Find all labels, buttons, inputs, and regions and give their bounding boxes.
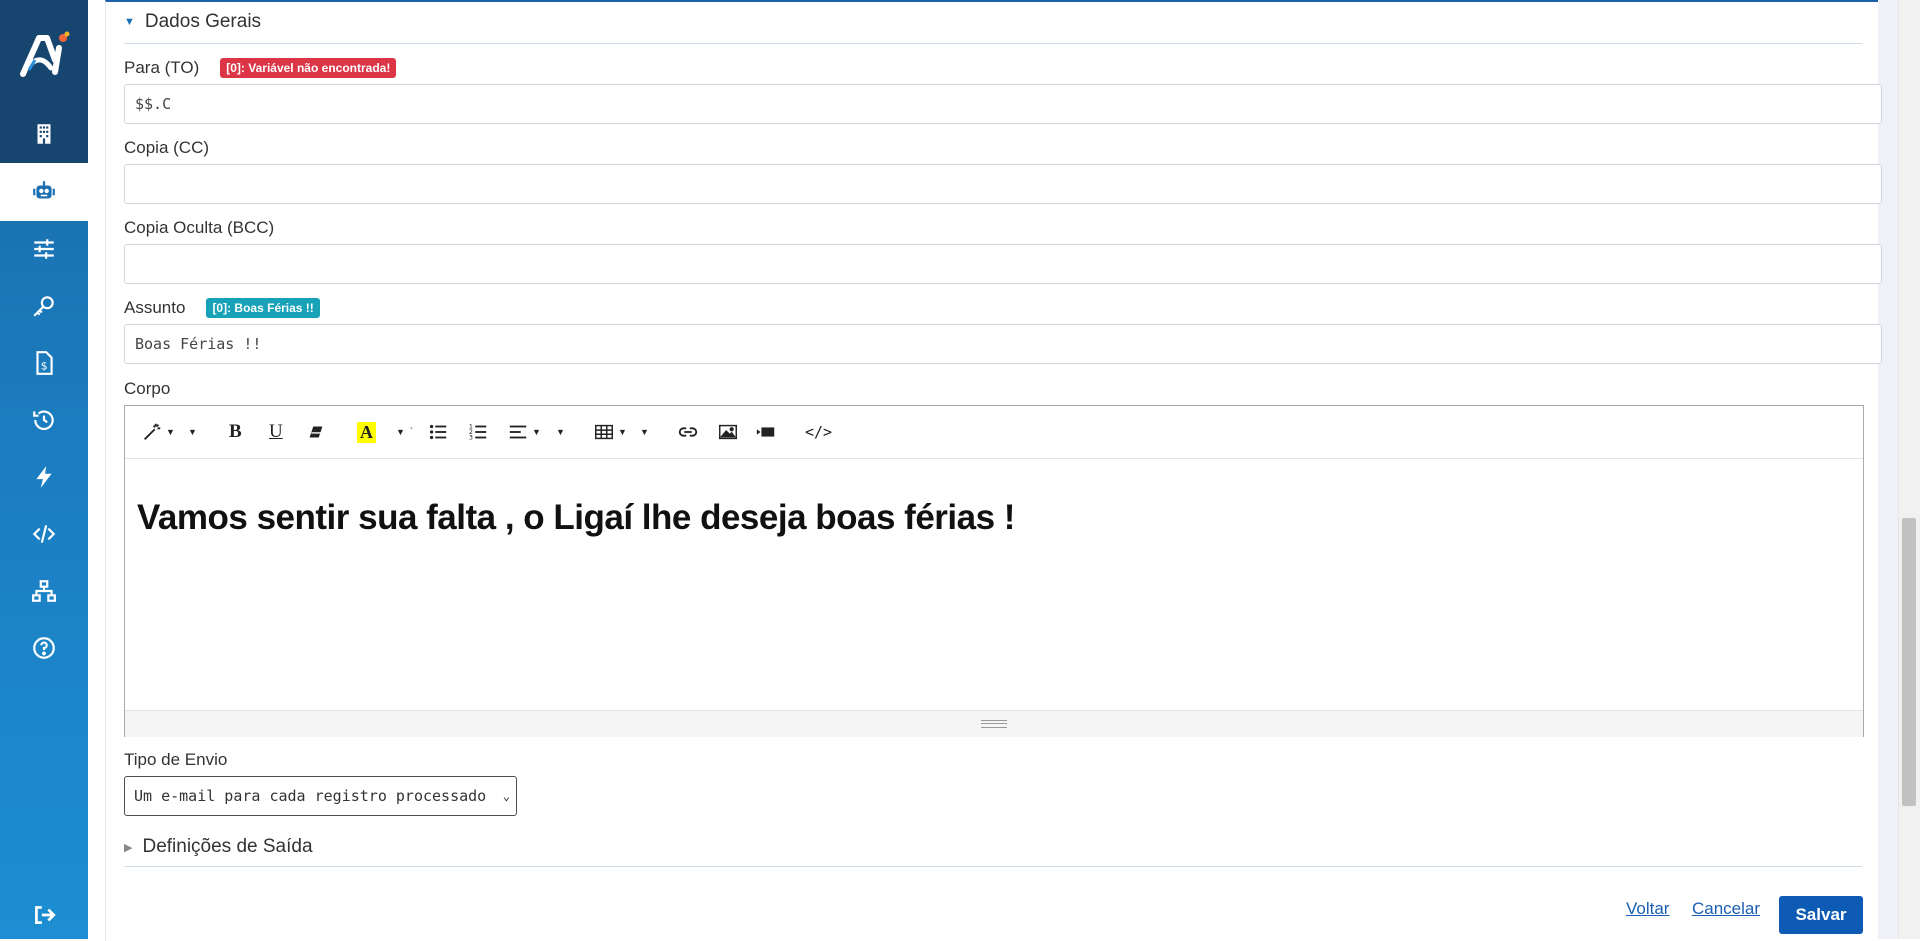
to-label: Para (TO)	[124, 58, 200, 77]
font-color-button[interactable]: A	[357, 420, 376, 444]
bcc-input[interactable]	[124, 244, 1882, 284]
bold-button[interactable]: B	[229, 420, 242, 444]
section-dados-gerais[interactable]: ▼ Dados Gerais	[124, 10, 261, 34]
page-background	[1878, 0, 1898, 939]
subject-input[interactable]: Boas Férias !!	[124, 324, 1882, 364]
bolt-icon[interactable]	[27, 460, 61, 494]
to-input-value: $$.C	[135, 95, 172, 113]
subject-label-row: Assunto [0]: Boas Férias !!	[124, 298, 320, 318]
help-icon[interactable]	[27, 631, 61, 665]
to-label-row: Para (TO) [0]: Variável não encontrada!	[124, 58, 397, 78]
section-title: Dados Gerais	[144, 11, 262, 32]
editor-content[interactable]: Vamos sentir sua falta , o Ligaí lhe des…	[137, 498, 1015, 538]
back-link[interactable]: Voltar	[1626, 899, 1669, 919]
svg-text:$: $	[41, 360, 48, 373]
style-dropdown-caret-icon[interactable]: ▼	[185, 420, 197, 444]
magic-style-button[interactable]: ▼	[141, 420, 175, 444]
underline-button[interactable]: U	[269, 420, 283, 444]
text-color-icon: A	[357, 421, 376, 443]
bcc-label: Copia Oculta (BCC)	[124, 218, 275, 237]
image-icon[interactable]	[717, 420, 739, 444]
caret-right-icon: ▶	[124, 841, 133, 854]
logout-icon[interactable]	[27, 898, 61, 932]
key-icon[interactable]	[27, 289, 61, 323]
editor-toolbar: ▼ ▼ B U A ▼ ` 123 ▼ ▼ ▼ ▼ </>	[125, 406, 1863, 459]
video-icon[interactable]	[755, 420, 777, 444]
send-type-select[interactable]: Um e-mail para cada registro processado …	[124, 776, 517, 816]
code-view-icon[interactable]: </>	[805, 420, 832, 444]
sidebar: $	[0, 0, 88, 939]
caret-down-icon: ▼	[124, 16, 135, 28]
resize-grip-icon	[981, 720, 1007, 728]
paragraph-dropdown-icon[interactable]: ▼	[553, 420, 565, 444]
subject-label: Assunto	[124, 298, 186, 317]
send-type-value: Um e-mail para cada registro processado	[134, 787, 487, 805]
section-definicoes-saida[interactable]: ▶ Definições de Saída	[124, 834, 313, 860]
table-options-dropdown-icon[interactable]: ▼	[637, 420, 649, 444]
history-icon[interactable]	[27, 403, 61, 437]
numbered-list-icon[interactable]: 123	[467, 420, 489, 444]
to-error-badge: [0]: Variável não encontrada!	[220, 58, 397, 78]
table-dropdown-button[interactable]: ▼	[593, 420, 627, 444]
subject-input-value: Boas Férias !!	[135, 335, 262, 353]
section-divider	[124, 43, 1862, 44]
editor-resize-handle[interactable]	[125, 710, 1863, 737]
chevron-down-icon: ⌄	[502, 789, 510, 803]
sliders-icon[interactable]	[27, 232, 61, 266]
network-icon[interactable]	[27, 574, 61, 608]
invoice-icon[interactable]: $	[27, 346, 61, 380]
cancel-link[interactable]: Cancelar	[1692, 899, 1760, 919]
cc-label: Copia (CC)	[124, 138, 210, 157]
link-icon[interactable]	[677, 420, 699, 444]
save-button[interactable]: Salvar	[1779, 896, 1863, 934]
font-color-dropdown-icon[interactable]: ▼ `	[393, 420, 413, 444]
code-icon[interactable]	[27, 517, 61, 551]
cc-input[interactable]	[124, 164, 1882, 204]
send-type-label: Tipo de Envio	[124, 750, 228, 769]
section2-divider	[124, 866, 1862, 867]
body-label: Corpo	[124, 379, 171, 398]
scrollbar-thumb[interactable]	[1902, 518, 1916, 806]
app-logo[interactable]	[15, 30, 73, 80]
rich-text-editor: ▼ ▼ B U A ▼ ` 123 ▼ ▼ ▼ ▼ </> Vamos sent…	[124, 405, 1864, 737]
bullet-list-icon[interactable]	[427, 420, 449, 444]
subject-preview-badge: [0]: Boas Férias !!	[206, 298, 320, 318]
svg-text:3: 3	[469, 433, 473, 441]
section2-title: Definições de Saída	[142, 836, 313, 857]
align-dropdown-button[interactable]: ▼	[507, 420, 541, 444]
robot-icon[interactable]	[27, 175, 61, 209]
building-icon[interactable]	[27, 117, 61, 151]
eraser-icon[interactable]	[305, 420, 327, 444]
to-input[interactable]: $$.C	[124, 84, 1882, 124]
